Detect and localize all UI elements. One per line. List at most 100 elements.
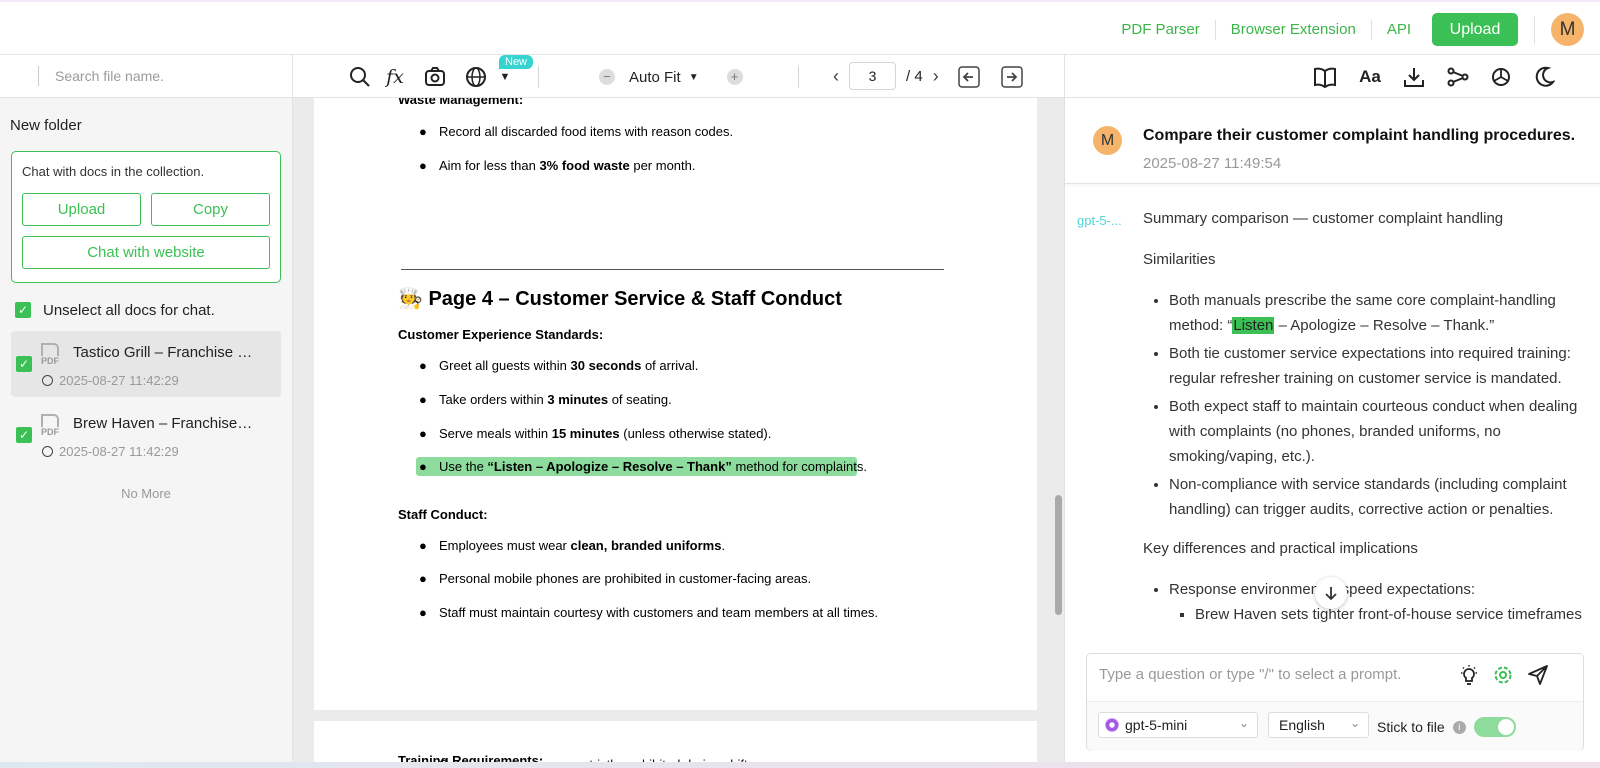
page-divider [401,269,944,270]
pdf-viewer: Waste Management: ● Record all discarded… [293,55,1064,768]
doc-name: Tastico Grill – Franchise Manual [73,344,253,361]
book-icon[interactable] [1312,64,1338,90]
chevron-down-icon: ⌄ [1349,716,1360,730]
viewer-scrollbar[interactable] [1055,495,1062,615]
model-select-value: gpt-5-mini [1125,717,1188,733]
bullet: ● [419,358,427,373]
dark-mode-icon[interactable] [1531,64,1557,90]
language-select-value: English [1279,717,1325,733]
list-item: Response environment & speed expectation… [1169,577,1583,625]
top-bar: PDF Parser Browser Extension API Upload … [0,0,1600,55]
share-icon[interactable] [1445,64,1471,90]
translate-globe-icon[interactable] [465,65,489,89]
citation-highlight[interactable]: Listen [1232,317,1275,334]
gpt-model-icon [1105,718,1119,732]
page-number-input[interactable]: 3 [849,62,896,90]
question-time: 2025-08-27 11:49:54 [1143,155,1282,172]
question-block: M Compare their customer complaint handl… [1065,98,1600,184]
chat-panel: Aa M Compare their customer complaint ha… [1064,55,1600,768]
search-icon[interactable] [348,65,372,89]
chef-icon: 🧑‍🍳 [398,288,423,310]
collection-chat-box: Chat with docs in the collection. Upload… [11,151,281,283]
bullet: ● [419,158,427,173]
next-page-icon[interactable]: › [933,66,939,87]
settings-gear-icon[interactable] [1490,662,1516,688]
unselect-all-row[interactable]: ✓ Unselect all docs for chat. [0,283,292,323]
pdf-parser-link[interactable]: PDF Parser [1106,19,1216,40]
download-icon[interactable] [1401,64,1427,90]
stick-to-file: Stick to file i [1377,717,1516,737]
checkbox-icon[interactable]: ✓ [15,302,31,318]
folder-title: New folder [10,117,82,134]
list-item: Non-compliance with service standards (i… [1169,472,1583,522]
differences-list: Response environment & speed expectation… [1169,577,1583,625]
chat-with-website-button[interactable]: Chat with website [22,236,270,269]
send-icon[interactable] [1525,662,1551,688]
lightbulb-icon[interactable] [1456,662,1482,688]
zoom-out-icon[interactable]: − [599,69,615,85]
screenshot-icon[interactable] [423,65,447,89]
chat-input-box[interactable]: Type a question or type "/" to select a … [1086,653,1584,751]
new-badge: New [499,55,534,69]
cx-item-highlighted: Use the “Listen – Apologize – Resolve – … [439,459,867,474]
pdf-icon-label: PDF [41,356,59,366]
answer-text: Summary comparison — customer complaint … [1143,206,1583,625]
openai-icon[interactable] [1488,64,1514,90]
bullet: ● [419,426,427,441]
search-input[interactable]: Search file name. [55,68,164,84]
doc-time-text: 2025-08-27 11:42:29 [59,444,179,459]
waste-item-2: Aim for less than 3% food waste per mont… [439,158,696,173]
list-item: Brew Haven sets tighter front-of-house s… [1195,602,1583,625]
unselect-all-label: Unselect all docs for chat. [43,301,215,319]
stick-to-file-toggle[interactable] [1473,717,1516,737]
list-item: Both expect staff to maintain courteous … [1169,394,1583,469]
list-item: Both tie customer service expectations i… [1169,341,1583,391]
cx-heading: Customer Experience Standards: [398,327,604,342]
doc-checkbox-icon[interactable]: ✓ [16,356,32,372]
doc-item[interactable]: ✓ PDF Brew Haven – Franchise Manual 2025… [11,402,281,468]
formula-icon[interactable]: fx [383,65,407,89]
user-avatar[interactable]: M [1551,13,1584,46]
info-icon[interactable]: i [1452,720,1466,734]
copy-button[interactable]: Copy [151,193,270,226]
scroll-down-button[interactable] [1315,577,1347,609]
chat-input[interactable]: Type a question or type "/" to select a … [1099,666,1401,683]
divider [798,66,799,88]
doc-name: Brew Haven – Franchise Manual [73,415,253,432]
search-divider [38,66,39,86]
similarities-list: Both manuals prescribe the same core com… [1169,288,1583,522]
similarities-heading: Similarities [1143,251,1216,268]
doc-item[interactable]: ✓ PDF Tastico Grill – Franchise Manual 2… [11,331,281,397]
bullet: ● [419,571,427,586]
browser-extension-link[interactable]: Browser Extension [1216,19,1372,40]
sidebar-upload-button[interactable]: Upload [22,193,141,226]
collection-chat-text: Chat with docs in the collection. [22,164,205,179]
bullet: ● [419,392,427,407]
zoom-in-icon[interactable]: + [726,69,743,85]
staff-item: Staff must maintain courtesy with custom… [439,605,879,620]
doc-checkbox-icon[interactable]: ✓ [16,427,32,443]
bullet: ● [419,605,427,620]
answer-title: Summary comparison — customer complaint … [1143,210,1504,227]
model-tag: gpt-5-... [1077,213,1122,228]
upload-button[interactable]: Upload [1432,13,1518,46]
collapse-left-icon[interactable] [957,65,981,89]
model-select[interactable]: gpt-5-mini ⌄ [1098,712,1258,738]
font-size-icon[interactable]: Aa [1357,64,1383,90]
waste-item-1: Record all discarded food items with rea… [439,124,734,139]
chevron-down-icon[interactable]: ▼ [689,72,699,83]
page-control: ‹ 3 / 4 › [833,62,939,90]
staff-item: Personal mobile phones are prohibited in… [439,571,812,586]
cx-item: Take orders within 3 minutes of seating. [439,392,672,407]
staff-item: Employees must wear clean, branded unifo… [439,538,726,553]
doc-time: 2025-08-27 11:42:29 [42,444,179,459]
prev-page-icon[interactable]: ‹ [833,66,839,87]
collapse-right-icon[interactable] [1000,65,1024,89]
language-select[interactable]: English ⌄ [1268,712,1369,738]
clock-icon [42,446,53,457]
api-link[interactable]: API [1372,20,1426,40]
file-search[interactable]: Search file name. [0,55,292,98]
chat-toolbar: Aa [1065,55,1600,98]
zoom-select[interactable]: Auto Fit [629,69,681,86]
zoom-control: − Auto Fit ▼ + [599,65,743,89]
